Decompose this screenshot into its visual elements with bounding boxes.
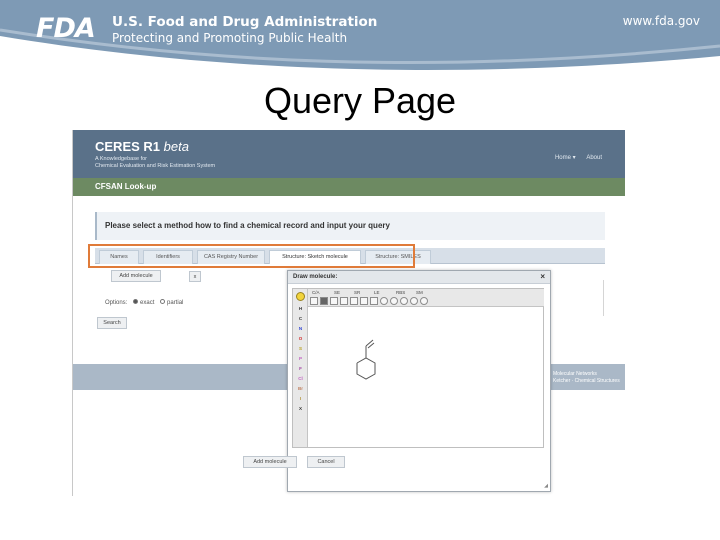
nav-home-link[interactable]: Home ▾ (555, 155, 576, 161)
header-wave-graphic (0, 28, 720, 72)
option-exact-label: exact (140, 300, 155, 307)
triple-bond-tool-icon[interactable] (340, 297, 348, 305)
element-h-button[interactable]: H (296, 305, 305, 313)
clear-molecule-button[interactable]: x (189, 271, 201, 282)
agency-tagline: Protecting and Promoting Public Health (112, 31, 348, 45)
dialog-titlebar[interactable]: Draw molecule: × (288, 271, 550, 284)
app-title: CERES R1 beta (95, 139, 189, 154)
section-title: CFSAN Look-up (95, 182, 157, 191)
fda-logo: FDA (36, 14, 104, 44)
element-br-button[interactable]: Br (296, 385, 305, 393)
element-c-button[interactable]: C (296, 315, 305, 323)
single-bond-tool-icon[interactable] (320, 297, 328, 305)
drawing-canvas[interactable] (309, 308, 543, 447)
tab-names[interactable]: Names (99, 250, 139, 264)
close-icon[interactable]: × (540, 272, 545, 281)
agency-name: U.S. Food and Drug Administration (112, 14, 378, 30)
element-toolbar: H C N O S P F Cl Br I X (293, 289, 308, 447)
pentagon-ring-icon[interactable] (380, 297, 388, 305)
options-label: Options: (105, 300, 128, 307)
element-i-button[interactable]: I (296, 395, 305, 403)
tab-identifiers[interactable]: Identifiers (143, 250, 193, 264)
toolbar-label-4: LE (374, 290, 380, 295)
octagon-ring-icon[interactable] (420, 297, 428, 305)
tab-cas-registry-number[interactable]: CAS Registry Number (197, 250, 265, 264)
element-f-button[interactable]: F (296, 365, 305, 373)
tab-sketch-molecule[interactable]: Structure: Sketch molecule (269, 250, 361, 264)
tool-toolbar: C/A SE SR LE RBS SM (308, 289, 544, 307)
query-method-tabs: Names Identifiers CAS Registry Number St… (95, 248, 605, 264)
double-bond-tool-icon[interactable] (330, 297, 338, 305)
dialog-cancel-button[interactable]: Cancel (307, 456, 345, 468)
element-cl-button[interactable]: Cl (296, 375, 305, 383)
dialog-title: Draw molecule: (293, 274, 338, 280)
resize-grip-icon[interactable]: ◢ (544, 483, 548, 489)
app-subtitle-line-2: Chemical Evaluation and Risk Estimation … (95, 163, 216, 169)
element-o-button[interactable]: O (296, 335, 305, 343)
radio-exact[interactable] (133, 299, 139, 304)
ceres-top-bar: CERES R1 beta A Knowledgebase for Chemic… (73, 130, 625, 178)
top-nav: Home ▾ About (546, 154, 602, 161)
hexagon-ring-icon[interactable] (390, 297, 398, 305)
add-molecule-button[interactable]: Add molecule (111, 270, 161, 282)
sketched-molecule (356, 339, 376, 380)
element-p-button[interactable]: P (296, 355, 305, 363)
nav-about-link[interactable]: About (586, 155, 602, 161)
fda-logo-text: FDA (36, 13, 96, 44)
square-ring-icon[interactable] (370, 297, 378, 305)
footer-brand: Molecular Networks Ketcher · Chemical St… (553, 371, 620, 385)
search-button[interactable]: Search (97, 317, 127, 329)
radio-partial[interactable] (160, 299, 166, 304)
website-url: www.fda.gov (622, 14, 700, 28)
tab-smiles[interactable]: Structure: SMILES (365, 250, 431, 264)
app-subtitle-line-1: A Knowledgebase for (95, 156, 147, 162)
slide-title: Query Page (263, 80, 457, 121)
benzene-ring-icon[interactable] (400, 297, 408, 305)
ceres-app-screenshot: CERES R1 beta A Knowledgebase for Chemic… (72, 130, 625, 496)
app-subtitle: A Knowledgebase for Chemical Evaluation … (95, 156, 245, 170)
option-partial-label: partial (167, 300, 184, 307)
smiley-icon[interactable] (296, 292, 305, 301)
fda-header-banner: FDA U.S. Food and Drug Administration Pr… (0, 0, 720, 72)
toolbar-label-1: C/A (312, 290, 320, 295)
footer-brand-line-2: Ketcher · Chemical Structures (553, 378, 620, 384)
triangle-ring-icon[interactable] (360, 297, 368, 305)
select-tool-icon[interactable] (310, 297, 318, 305)
footer-brand-line-1: Molecular Networks (553, 371, 597, 377)
toolbar-label-3: SR (354, 290, 361, 295)
panel-divider (603, 280, 604, 316)
match-options: Options: exact partial (105, 299, 184, 307)
heptagon-ring-icon[interactable] (410, 297, 418, 305)
app-title-beta: beta (163, 139, 189, 154)
element-n-button[interactable]: N (296, 325, 305, 333)
toolbar-label-2: SE (334, 290, 341, 295)
toolbar-label-5: RBS (396, 290, 406, 295)
element-s-button[interactable]: S (296, 345, 305, 353)
dialog-add-molecule-button[interactable]: Add molecule (243, 456, 297, 468)
app-title-name: CERES R1 (95, 139, 161, 154)
toolbar-label-6: SM (416, 290, 423, 295)
element-x-button[interactable]: X (296, 405, 305, 413)
query-prompt: Please select a method how to find a che… (95, 212, 605, 240)
chain-tool-icon[interactable] (350, 297, 358, 305)
molecule-editor: H C N O S P F Cl Br I X C/A SE SR LE RBS… (292, 288, 544, 448)
